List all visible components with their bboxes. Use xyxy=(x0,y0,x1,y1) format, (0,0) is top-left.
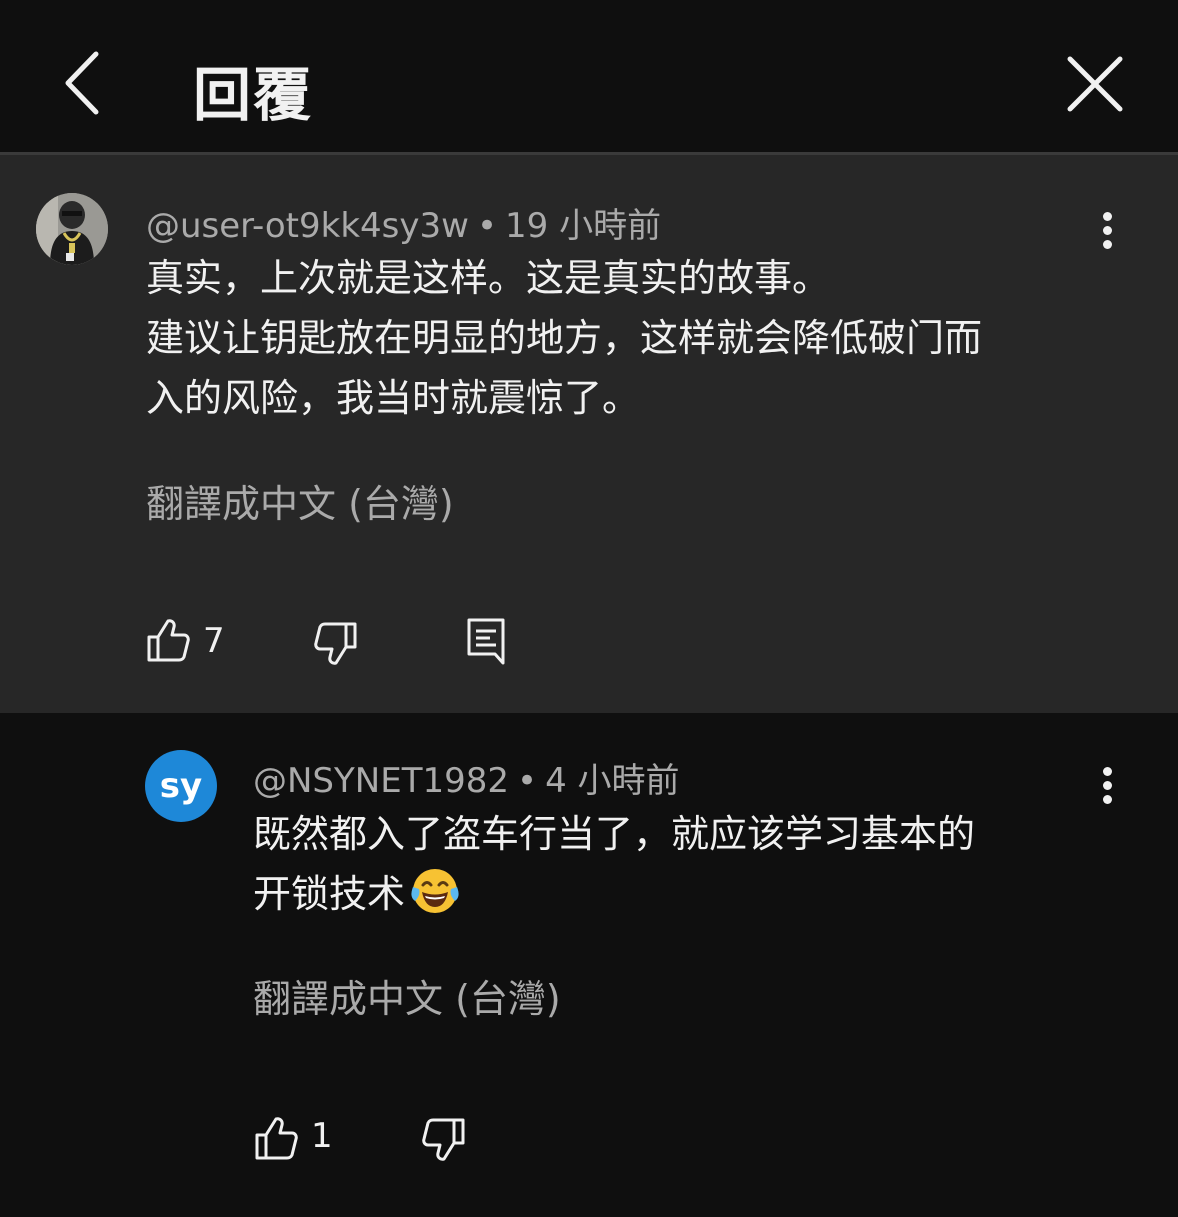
like-button[interactable] xyxy=(254,1115,298,1165)
more-vert-dot xyxy=(1103,226,1112,235)
dislike-button[interactable] xyxy=(422,1117,466,1167)
parent-comment: @user-ot9kk4sy3w • 19 小時前 真实，上次就是这样。这是真实的故… xyxy=(0,155,1178,713)
reply-comment: sy @NSYNET1982 • 4 小時前 既然都入了盗车行当了，就应该学习基本的… xyxy=(0,713,1178,1217)
more-vert-icon xyxy=(1103,767,1112,776)
comment-time: 19 小時前 xyxy=(505,206,662,246)
meta-separator: • xyxy=(476,206,497,246)
avatar[interactable] xyxy=(36,193,108,265)
comment-body-line: 建议让钥匙放在明显的地方，这样就会降低破门而 xyxy=(146,316,983,360)
comment-body: 真实，上次就是这样。这是真实的故事。 建议让钥匙放在明显的地方，这样就会降低破门… xyxy=(146,248,982,428)
thumbs-down-icon xyxy=(422,1118,465,1161)
comment-body-line: 既然都入了盗车行当了，就应该学习基本的 xyxy=(253,812,976,856)
header-bar: 回覆 xyxy=(0,0,1178,155)
comment-body-line: 真实，上次就是这样。这是真实的故事。 xyxy=(146,256,831,300)
like-button[interactable] xyxy=(146,617,190,667)
page-title: 回覆 xyxy=(193,61,314,129)
comment-author[interactable]: @user-ot9kk4sy3w xyxy=(146,206,469,246)
comment-meta: @NSYNET1982 • 4 小時前 xyxy=(253,753,680,802)
more-options-button[interactable] xyxy=(1087,200,1127,260)
thumbs-up-icon xyxy=(255,1117,298,1160)
comment-body-line: 入的风险，我当时就震惊了。 xyxy=(146,376,641,420)
comment-icon xyxy=(467,618,505,665)
close-icon xyxy=(1067,56,1123,112)
chevron-left-icon xyxy=(65,51,99,115)
like-count: 7 xyxy=(203,621,225,661)
more-vert-dot xyxy=(1103,795,1112,804)
comment-body-line-with-emoji: 开锁技术 xyxy=(253,864,975,924)
like-count: 1 xyxy=(311,1116,333,1156)
avatar[interactable]: sy xyxy=(145,750,217,822)
back-button[interactable] xyxy=(58,50,108,116)
more-vert-dot xyxy=(1103,240,1112,249)
translate-button[interactable]: 翻譯成中文 (台灣) xyxy=(253,968,561,1023)
dislike-button[interactable] xyxy=(314,621,358,671)
avatar-photo-icon xyxy=(36,193,108,265)
comment-body: 既然都入了盗车行当了，就应该学习基本的 开锁技术 xyxy=(253,804,975,924)
comment-time: 4 小時前 xyxy=(545,761,680,801)
comment-body-line: 开锁技术 xyxy=(253,872,406,916)
more-vert-dot xyxy=(1103,781,1112,790)
translate-button[interactable]: 翻譯成中文 (台灣) xyxy=(146,473,454,528)
thumbs-up-icon xyxy=(147,619,190,662)
meta-separator: • xyxy=(517,761,538,801)
reply-button[interactable] xyxy=(466,617,506,669)
comment-meta: @user-ot9kk4sy3w • 19 小時前 xyxy=(146,198,661,247)
more-vert-icon xyxy=(1103,212,1112,221)
close-button[interactable] xyxy=(1066,55,1124,113)
more-options-button[interactable] xyxy=(1087,755,1127,815)
comment-author[interactable]: @NSYNET1982 xyxy=(253,761,509,801)
thumbs-down-icon xyxy=(314,622,357,665)
face-with-tears-of-joy-icon xyxy=(411,869,459,913)
